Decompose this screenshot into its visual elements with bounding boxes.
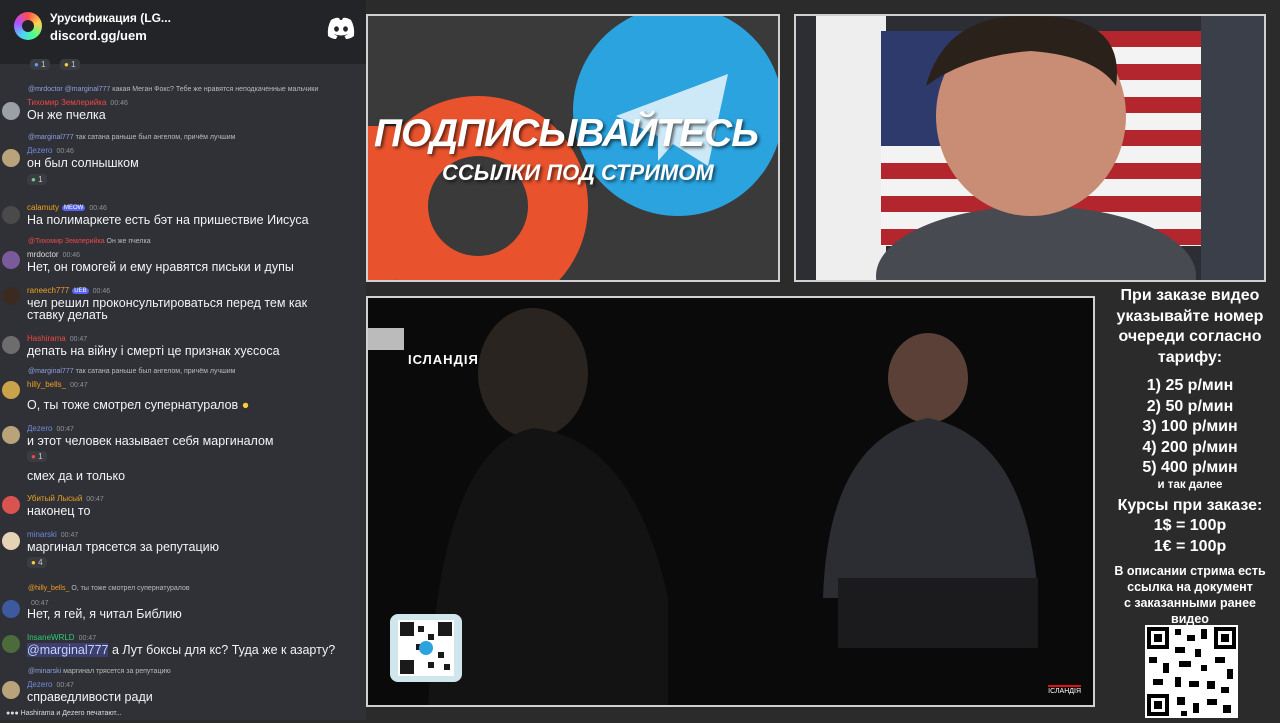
reply-preview[interactable]: @hilly_bells_ О, ты тоже смотрел суперна… <box>28 585 190 592</box>
webcam-scene <box>796 16 1264 280</box>
chat-header: Урусификация (LG... discord.gg/uem <box>0 0 366 64</box>
message-text: @marginal777 а Лут боксы для кс? Туда же… <box>27 643 336 657</box>
username[interactable]: Дezero 00:47 <box>27 680 74 689</box>
tariff-etc: и так далее <box>1157 478 1223 491</box>
message-text: наконец то <box>27 504 91 518</box>
message-text: На полимаркете есть бэт на пришествие Ии… <box>27 213 309 227</box>
avatar[interactable] <box>2 635 20 653</box>
username[interactable]: 00:47 <box>27 598 49 607</box>
tariff-item: 4) 200 р/мин <box>1142 438 1238 456</box>
avatar[interactable] <box>2 149 20 167</box>
username[interactable]: hilly_bells_ 00:47 <box>27 380 88 389</box>
promo-title: ПОДПИСЫВАЙТЕСЬ <box>374 112 759 155</box>
avatar[interactable] <box>2 426 20 444</box>
message-text: ставку делать <box>27 308 108 322</box>
rates-list: 1$ = 100р 1€ = 100р <box>1153 517 1227 555</box>
qr-code-small[interactable] <box>390 614 462 682</box>
reply-preview[interactable]: @minarski маргинал трясется за репутацию <box>28 668 171 675</box>
reaction-pill[interactable]: ● 4 <box>27 557 47 568</box>
server-icon <box>14 12 42 40</box>
video-title: ІСЛАНДІЯ <box>408 352 479 367</box>
message-text: депать на війну і смерті це признак хуєс… <box>27 344 280 358</box>
promo-panel: ПОДПИСЫВАЙТЕСЬ ССЫЛКИ ПОД СТРИМОМ <box>366 14 780 282</box>
username[interactable]: Hashirama 00:47 <box>27 334 87 343</box>
username[interactable]: Тихомир Землерийка 00:46 <box>27 98 128 107</box>
reply-preview[interactable]: @marginal777 так сатана раньше был ангел… <box>28 368 235 375</box>
username[interactable]: InsaneWRLD 00:47 <box>27 633 96 642</box>
message-text: он был солнышком <box>27 156 139 170</box>
tariff-item: 2) 50 р/мин <box>1146 397 1234 415</box>
discord-chat-widget: Урусификация (LG... discord.gg/uem ● 1 ●… <box>0 0 366 720</box>
avatar[interactable] <box>2 532 20 550</box>
promo-subtitle: ССЫЛКИ ПОД СТРИМОМ <box>442 160 714 185</box>
username[interactable]: calamuty MEOW 00:46 <box>27 203 107 212</box>
avatar[interactable] <box>2 600 20 618</box>
tariff-item: 5) 400 р/мин <box>1142 459 1238 476</box>
username[interactable]: Дezero 00:46 <box>27 146 74 155</box>
reaction-pill[interactable]: ● 1 <box>60 59 80 70</box>
avatar[interactable] <box>2 251 20 269</box>
description-note: В описании стрима есть ссылка на докумен… <box>1114 564 1266 626</box>
qr-code-documents[interactable] <box>1145 625 1238 718</box>
channel-logo: ІСЛАНДІЯ <box>1048 685 1081 695</box>
message-text: маргинал трясется за репутацию <box>27 540 219 554</box>
tariff-item: 1) 25 р/мин <box>1146 377 1234 394</box>
username[interactable]: Убитый Лысый 00:47 <box>27 494 104 503</box>
tariff-list: 1) 25 р/мин 2) 50 р/мин 3) 100 р/мин 4) … <box>1100 376 1280 479</box>
avatar[interactable] <box>2 336 20 354</box>
avatar[interactable] <box>2 681 20 699</box>
avatar[interactable] <box>2 381 20 399</box>
message-text: смех да и только <box>27 469 126 483</box>
username[interactable]: raneech777 UEB 00:46 <box>27 286 110 295</box>
server-invite-link[interactable]: discord.gg/uem <box>50 28 147 43</box>
username[interactable]: mrdoctor 00:46 <box>27 250 80 259</box>
user-mention[interactable]: @marginal777 <box>27 643 109 657</box>
reply-preview[interactable]: @marginal777 так сатана раньше был ангел… <box>28 134 235 141</box>
rates-title: Курсы при заказе: <box>1117 496 1263 514</box>
avatar[interactable] <box>2 496 20 514</box>
avatar[interactable] <box>2 206 20 224</box>
reaction-pill[interactable]: ● 1 <box>27 451 47 462</box>
reply-preview[interactable]: @mrdoctor @marginal777 какая Меган Фокс?… <box>28 86 318 93</box>
order-instructions: При заказе видео указывайте номер очеред… <box>1116 287 1264 366</box>
username[interactable]: minarski 00:47 <box>27 530 78 539</box>
server-name: Урусификация (LG... <box>50 11 171 25</box>
reaction-pill[interactable]: ● 1 <box>30 59 50 70</box>
tariff-item: 3) 100 р/мин <box>1142 418 1238 435</box>
message-text: Нет, я гей, я читал Библию <box>27 607 182 621</box>
typing-indicator: ●●● Hashirama и Дezero печатают... <box>6 710 122 717</box>
video-player[interactable]: ІСЛАНДІЯ ІСЛАНДІЯ <box>366 296 1095 707</box>
reaction-pill[interactable]: ● 1 <box>27 174 47 185</box>
message-text: и этот человек называет себя маргиналом <box>27 434 274 448</box>
message-text: Он же пчелка <box>27 108 106 122</box>
message-text: О, ты тоже смотрел супернатуралов ● <box>27 398 250 412</box>
discord-logo-icon <box>327 17 355 39</box>
avatar[interactable] <box>2 102 20 120</box>
avatar[interactable] <box>2 287 20 305</box>
reply-preview[interactable]: @Тихомир Землерийка Он же пчелка <box>28 238 151 245</box>
message-text: Нет, он гомогей и ему нравятся письки и … <box>27 260 294 274</box>
username[interactable]: Дezero 00:47 <box>27 424 74 433</box>
message-text: справедливости ради <box>27 690 153 704</box>
webcam-panel <box>794 14 1266 282</box>
